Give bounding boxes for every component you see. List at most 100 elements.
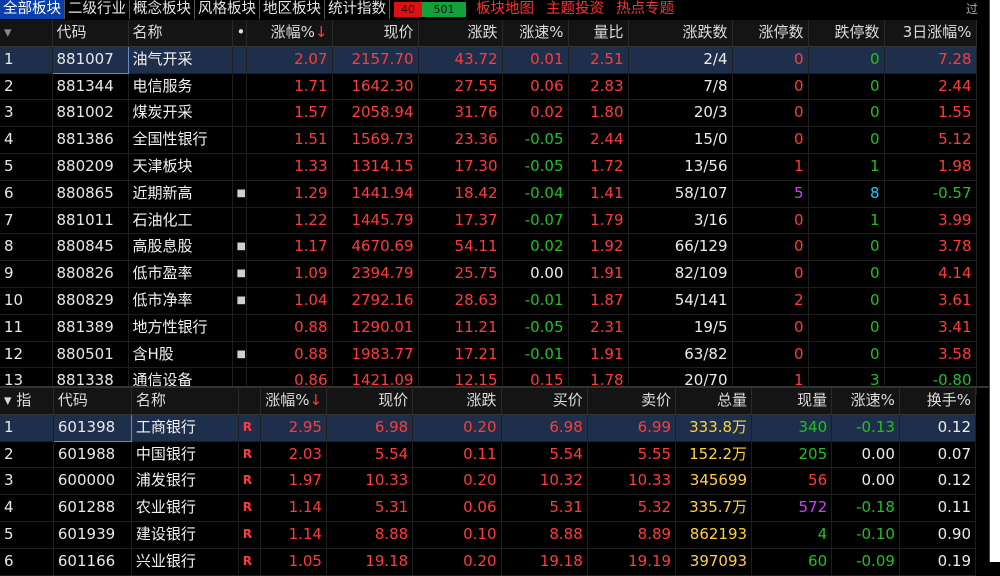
- table-row[interactable]: 4 881386 全国性银行 1.51 1569.73 23.36 -0.05 2.44 15/…: [0, 126, 977, 154]
- extra-tab-1[interactable]: 板块地图: [470, 0, 540, 19]
- table-row[interactable]: 7 881011 石油化工 1.22 1445.79 17.37 -0.07 1.79 3/16…: [0, 207, 977, 235]
- table-row[interactable]: 2 881344 电信服务 1.71 1642.30 27.55 0.06 2.83 7/8 0 0…: [0, 73, 977, 101]
- sector-code[interactable]: 880845: [52, 233, 129, 262]
- sector-name[interactable]: 电信服务: [128, 73, 233, 101]
- table-row[interactable]: 1 601398 工商银行 R 2.95 6.98 0.20 6.98 6.99 333.8万 34…: [0, 413, 977, 442]
- header-turnover[interactable]: 换手%: [899, 388, 977, 415]
- change-pct: 1.29: [246, 180, 333, 208]
- header-speed[interactable]: 涨速%: [502, 20, 569, 47]
- sector-name[interactable]: 低市盈率: [128, 260, 233, 288]
- sector-name[interactable]: 全国性银行: [128, 126, 233, 154]
- limit-down-count: 1: [808, 207, 885, 235]
- limit-up-count: 2: [732, 287, 809, 315]
- header-ask[interactable]: 卖价: [587, 388, 677, 415]
- sector-code[interactable]: 880826: [52, 260, 129, 288]
- table-row[interactable]: 3 881002 煤炭开采 1.57 2058.94 31.76 0.02 1.80 20/3 0…: [0, 99, 977, 128]
- sector-name[interactable]: 石油化工: [128, 207, 233, 235]
- table-row[interactable]: 9 880826 低市盈率 ■ 1.09 2394.79 25.75 0.00 1.91 82/1…: [0, 260, 977, 288]
- table-row[interactable]: 8 880845 高股息股 ■ 1.17 4670.69 54.11 0.02 1.92 66/1…: [0, 233, 977, 262]
- table-row[interactable]: 1 881007 油气开采 2.07 2157.70 43.72 0.01 2.51 2/4 0 0…: [0, 45, 977, 74]
- change: 0.20: [412, 467, 502, 496]
- table-row[interactable]: 11 881389 地方性银行 0.88 1290.01 11.21 -0.05 2.31 19…: [0, 314, 977, 342]
- stock-code[interactable]: 601398: [52, 413, 132, 442]
- sector-code[interactable]: 881344: [52, 73, 129, 101]
- header-current-volume[interactable]: 现量: [751, 388, 833, 415]
- speed: -0.01: [502, 341, 569, 369]
- stock-code[interactable]: 600000: [53, 467, 132, 496]
- tab-4[interactable]: 风格板块: [195, 0, 260, 19]
- header-change[interactable]: 涨跌: [418, 20, 503, 47]
- row-index: 2: [0, 441, 54, 469]
- header-price[interactable]: 现价: [332, 20, 419, 47]
- header-total-volume[interactable]: 总量: [675, 388, 753, 415]
- change: 0.20: [412, 414, 502, 442]
- header-index[interactable]: ▾ 指: [0, 388, 54, 415]
- table-row[interactable]: 4 601288 农业银行 R 1.14 5.31 0.06 5.31 5.32 335.7万 57…: [0, 494, 977, 522]
- header-up-down-count[interactable]: 涨跌数: [628, 20, 733, 47]
- header-volume-ratio[interactable]: 量比: [568, 20, 629, 47]
- sector-name[interactable]: 地方性银行: [128, 314, 233, 342]
- sector-name[interactable]: 煤炭开采: [128, 99, 233, 128]
- stock-name[interactable]: 浦发银行: [131, 467, 239, 496]
- table-row[interactable]: 10 880829 低市净率 ■ 1.04 2792.16 28.63 -0.01 1.87 54…: [0, 287, 977, 315]
- tab-3[interactable]: 概念板块: [130, 0, 195, 19]
- header-change-pct[interactable]: 涨幅%↓: [260, 388, 327, 415]
- stock-code[interactable]: 601988: [53, 441, 132, 469]
- stock-code[interactable]: 601288: [53, 494, 132, 522]
- change: 17.21: [418, 341, 503, 369]
- table-row[interactable]: 3 600000 浦发银行 R 1.97 10.33 0.20 10.32 10.33 34569…: [0, 467, 977, 496]
- limit-down-count: 8: [808, 180, 885, 208]
- header-limit-up[interactable]: 涨停数: [732, 20, 809, 47]
- table-row[interactable]: 12 880501 含H股 ■ 0.88 1983.77 17.21 -0.01 1.91 63/…: [0, 341, 977, 369]
- header-index[interactable]: ▾: [0, 20, 53, 47]
- header-change[interactable]: 涨跌: [412, 388, 502, 415]
- price: 6.98: [326, 414, 414, 442]
- sector-name[interactable]: 低市净率: [128, 287, 233, 315]
- speed: -0.05: [502, 153, 569, 181]
- extra-tab-2[interactable]: 主题投资: [540, 0, 610, 19]
- tab-6[interactable]: 统计指数: [325, 0, 390, 19]
- speed: -0.05: [502, 126, 569, 154]
- sector-code[interactable]: 880829: [52, 287, 129, 315]
- header-3day-change[interactable]: 3日涨幅%: [884, 20, 977, 47]
- extra-tab-3[interactable]: 热点专题: [610, 0, 680, 19]
- stock-name[interactable]: 工商银行: [131, 414, 239, 442]
- margin-mark-icon: R: [238, 441, 262, 469]
- sector-code[interactable]: 880209: [52, 153, 129, 181]
- sector-code[interactable]: 881007: [51, 45, 129, 74]
- header-price[interactable]: 现价: [326, 388, 414, 415]
- table-row[interactable]: 5 601939 建设银行 R 1.14 8.88 0.10 8.88 8.89 862193 4-…: [0, 521, 977, 549]
- stock-name[interactable]: 建设银行: [131, 521, 239, 549]
- sector-code[interactable]: 880501: [52, 341, 129, 369]
- tab-2[interactable]: 二级行业: [65, 0, 130, 19]
- header-code[interactable]: 代码: [52, 20, 129, 47]
- table-row[interactable]: 5 880209 天津板块 1.33 1314.15 17.30 -0.05 1.72 13/5…: [0, 153, 977, 181]
- stock-name[interactable]: 中国银行: [131, 441, 239, 469]
- sector-name[interactable]: 高股息股: [128, 233, 233, 262]
- sector-name[interactable]: 天津板块: [128, 153, 233, 181]
- three-day-change: 3.58: [884, 341, 977, 369]
- header-limit-down[interactable]: 跌停数: [808, 20, 885, 47]
- sector-code[interactable]: 881002: [52, 99, 129, 128]
- stock-name[interactable]: 农业银行: [131, 494, 239, 522]
- header-name[interactable]: 名称: [128, 20, 233, 47]
- tab-1[interactable]: 全部板块: [0, 0, 65, 19]
- header-speed[interactable]: 涨速%: [831, 388, 900, 415]
- header-bid[interactable]: 买价: [501, 388, 588, 415]
- sector-name[interactable]: 含H股: [128, 341, 233, 369]
- sector-code[interactable]: 881011: [52, 207, 129, 235]
- header-change-pct[interactable]: 涨幅%↓: [246, 20, 333, 47]
- row-index: 1: [0, 46, 53, 74]
- header-name[interactable]: 名称: [131, 388, 239, 415]
- header-code[interactable]: 代码: [53, 388, 132, 415]
- limit-down-count: 1: [808, 153, 885, 181]
- table-row[interactable]: 6 880865 近期新高 ■ 1.29 1441.94 18.42 -0.04 1.41 58/…: [0, 180, 977, 208]
- sector-code[interactable]: 881389: [52, 314, 129, 342]
- sector-code[interactable]: 881386: [52, 126, 129, 154]
- tab-5[interactable]: 地区板块: [260, 0, 325, 19]
- table-row[interactable]: 2 601988 中国银行 R 2.03 5.54 0.11 5.54 5.55 152.2万 20…: [0, 441, 977, 469]
- sector-code[interactable]: 880865: [52, 180, 129, 208]
- sector-name[interactable]: 近期新高: [128, 180, 233, 208]
- stock-code[interactable]: 601939: [53, 521, 132, 549]
- sector-name[interactable]: 油气开采: [128, 46, 233, 74]
